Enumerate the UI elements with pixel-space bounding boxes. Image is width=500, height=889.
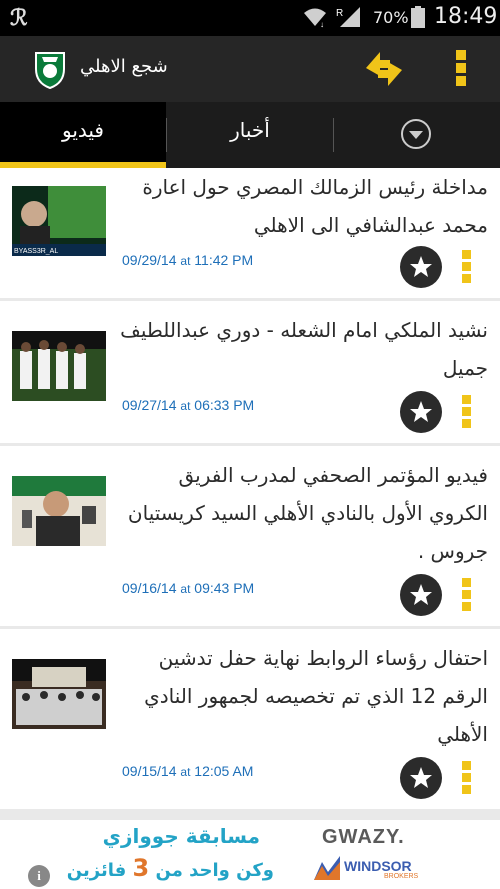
star-icon <box>410 401 432 422</box>
video-thumbnail[interactable] <box>12 331 106 401</box>
item-menu-icon[interactable] <box>460 578 472 612</box>
item-menu-icon[interactable] <box>460 395 472 429</box>
video-title[interactable]: نشيد الملكي امام الشعله - دوري عبداللطيف… <box>118 311 488 387</box>
star-icon <box>410 584 432 605</box>
refresh-icon[interactable] <box>360 46 408 92</box>
signal-icon: R <box>336 7 360 27</box>
tab-divider <box>333 118 334 152</box>
status-bar: ℛ ↓ R 70% 18:49 <box>0 0 500 36</box>
app-notification-icon: ℛ <box>10 5 28 30</box>
overflow-menu-icon[interactable] <box>454 50 468 88</box>
chevron-down-icon[interactable] <box>400 118 432 150</box>
video-date: 09/15/14 at 12:05 AM <box>122 763 254 779</box>
video-title[interactable]: فيديو المؤتمر الصحفي لمدرب الفريق الكروي… <box>118 456 488 570</box>
app-bar: شجع الاهلي <box>0 36 500 102</box>
status-time: 18:49 <box>434 4 498 29</box>
tab-news[interactable]: أخبار <box>167 102 333 168</box>
video-thumbnail[interactable] <box>12 659 106 729</box>
video-thumbnail[interactable]: BYASS3R_AL <box>12 186 106 256</box>
ad-headline: مسابقة جووازي <box>102 824 260 848</box>
tab-video-label: فيديو <box>62 118 104 142</box>
item-menu-icon[interactable] <box>460 250 472 284</box>
list-item[interactable]: نشيد الملكي امام الشعله - دوري عبداللطيف… <box>0 301 500 443</box>
video-date: 09/29/14 at 11:42 PM <box>122 252 254 268</box>
battery-icon <box>411 6 425 28</box>
ad-partner-logo: WINDSOR BROKERS <box>314 856 426 882</box>
favorite-button[interactable] <box>400 757 442 799</box>
svg-text:↓: ↓ <box>320 20 324 28</box>
favorite-button[interactable] <box>400 574 442 616</box>
tab-bar: فيديو أخبار <box>0 102 500 168</box>
star-icon <box>410 767 432 788</box>
club-logo-icon[interactable] <box>32 49 68 89</box>
favorite-button[interactable] <box>400 246 442 288</box>
video-date: 09/16/14 at 09:43 PM <box>122 580 255 596</box>
video-thumbnail[interactable] <box>12 476 106 546</box>
ad-info-icon[interactable]: i <box>28 865 50 887</box>
list-item[interactable]: فيديو المؤتمر الصحفي لمدرب الفريق الكروي… <box>0 446 500 626</box>
app-title: شجع الاهلي <box>80 56 168 77</box>
wifi-icon: ↓ <box>304 8 326 28</box>
item-menu-icon[interactable] <box>460 761 472 795</box>
favorite-button[interactable] <box>400 391 442 433</box>
list-item[interactable]: BYASS3R_AL مداخلة رئيس الزمالك المصري حو… <box>0 168 500 298</box>
svg-text:BYASS3R_AL: BYASS3R_AL <box>14 248 58 255</box>
tab-news-label: أخبار <box>230 118 270 142</box>
battery-percent: 70% <box>373 8 409 27</box>
video-date: 09/27/14 at 06:33 PM <box>122 397 255 413</box>
video-title[interactable]: احتفال رؤساء الروابط نهاية حفل تدشين الر… <box>118 639 488 753</box>
ad-banner[interactable]: i مسابقة جووازي وكن واحد من 3 فائزين GWA… <box>0 820 500 889</box>
svg-text:R: R <box>336 8 343 19</box>
tab-video[interactable]: فيديو <box>0 102 166 168</box>
list-item[interactable]: احتفال رؤساء الروابط نهاية حفل تدشين الر… <box>0 629 500 809</box>
ad-brand-logo: GWAZY. <box>322 826 405 848</box>
video-title[interactable]: مداخلة رئيس الزمالك المصري حول اعارة محم… <box>118 168 488 244</box>
ad-subline: وكن واحد من 3 فائزين <box>66 854 274 882</box>
star-icon <box>410 256 432 277</box>
